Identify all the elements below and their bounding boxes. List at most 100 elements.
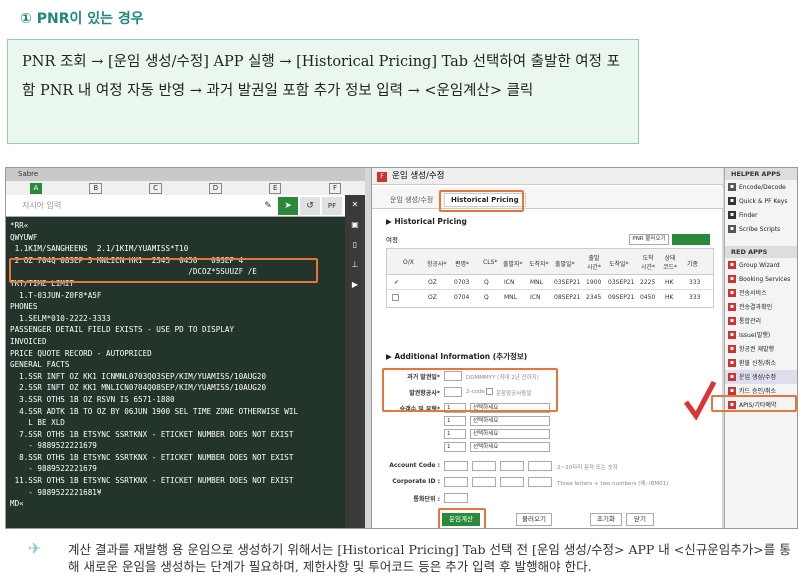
col-arr-time: 도착 시간*	[640, 255, 656, 271]
currency-input[interactable]	[444, 493, 468, 503]
cell: 333	[689, 279, 701, 286]
corp-input[interactable]	[500, 477, 524, 487]
corp-input[interactable]	[444, 477, 468, 487]
cell: ICN	[504, 279, 515, 286]
app-booking[interactable]: ▪ Booking Services	[725, 272, 797, 286]
helper-apps: HELPER APPS ▪ Encode/Decode ▪ Quick & PF K…	[724, 168, 797, 528]
highlight-calc	[438, 508, 486, 528]
play-icon[interactable]: ▶	[345, 275, 365, 295]
caption: 계산 결과를 재발행 용 운임으로 생성하기 위해서는 [Historical …	[68, 542, 791, 574]
app-icon: ▪	[728, 303, 736, 311]
app-manage[interactable]: ▪ 통합관리	[725, 314, 797, 328]
account-input[interactable]	[472, 461, 496, 471]
send-icon[interactable]: ➤	[278, 197, 298, 215]
pax-qty-select[interactable]: 1	[444, 416, 466, 426]
highlight-segment	[9, 258, 318, 283]
sabre-tab-c[interactable]: C	[126, 181, 186, 195]
pax-type-select[interactable]: 선택하세요	[470, 416, 550, 426]
briefcase-icon[interactable]: ▣	[345, 215, 365, 235]
highlight-additional	[382, 368, 558, 412]
history-icon[interactable]: ↺	[300, 197, 320, 215]
edit-icon[interactable]: ✎	[258, 197, 278, 215]
app-icon: ▪	[728, 225, 736, 233]
sabre-tab-e[interactable]: E	[245, 181, 305, 195]
app-send-result[interactable]: ▪ 전송결과확인	[725, 300, 797, 314]
app-icon: ▪	[728, 197, 736, 205]
corp-label: Corporate ID :	[392, 478, 440, 485]
reset-button[interactable]: 초기화	[590, 513, 622, 526]
app-reissue[interactable]: ▪ 항공권 재발행	[725, 342, 797, 356]
app-icon: ▪	[728, 261, 736, 269]
table-row[interactable]: ✔ OZ 0703 Q ICN MNL 03SEP21 1900 03SEP21…	[387, 276, 713, 290]
cell: 1900	[586, 279, 602, 286]
app-icon: ▪	[728, 387, 736, 395]
app-icon: ▪	[728, 211, 736, 219]
pax-qty-select[interactable]: 1	[444, 442, 466, 452]
plane-icon: ✈	[28, 539, 42, 558]
command-input[interactable]: 지시어 입력	[22, 199, 254, 213]
app-issue[interactable]: ▪ Issue(발행)	[725, 328, 797, 342]
cell: 0450	[640, 294, 656, 301]
cell: 0703	[454, 279, 470, 286]
panel-tabs: 운임 생성/수정 Historical Pricing	[372, 187, 723, 209]
pax-type-select[interactable]: 선택하세요	[470, 442, 550, 452]
sabre-tab-a[interactable]: A	[6, 181, 66, 195]
corp-hint: Three letters + two numbers (예: IBM01)	[557, 481, 669, 487]
helper-head: HELPER APPS	[725, 168, 797, 180]
sabre-tab-d[interactable]: D	[185, 181, 245, 195]
row-checkbox[interactable]	[392, 294, 399, 301]
col-origin: 출발지*	[503, 261, 523, 268]
corp-input[interactable]	[528, 477, 552, 487]
cell: OZ	[428, 294, 437, 301]
sabre-tab-b[interactable]: B	[66, 181, 126, 195]
app-fare[interactable]: ▪ 운임 생성/수정	[725, 370, 797, 384]
cell: 0704	[454, 294, 470, 301]
pin-icon[interactable]: ⊥	[345, 255, 365, 275]
app-group[interactable]: ▪ Group Wizard	[725, 258, 797, 272]
panel-title: 운임 생성/수정	[372, 168, 723, 185]
cell: Q	[484, 294, 489, 301]
pax-qty-select[interactable]: 1	[444, 429, 466, 439]
app-icon: ▪	[728, 183, 736, 191]
cell: OZ	[428, 279, 437, 286]
cell: 08SEP21	[554, 294, 581, 301]
section-historical: ▶ Historical Pricing	[386, 217, 467, 226]
app-icon: ▪	[728, 289, 736, 297]
app-icon: ▪	[728, 359, 736, 367]
app-icon: ▪	[728, 317, 736, 325]
app-encode[interactable]: ▪ Encode/Decode	[725, 180, 797, 194]
highlight-app	[711, 395, 797, 412]
excel-icons[interactable]	[672, 234, 710, 245]
sabre-tabs: A B C D E F	[6, 181, 365, 195]
tab-fare-create[interactable]: 운임 생성/수정	[384, 193, 439, 207]
load-button[interactable]: 불러오기	[516, 513, 552, 526]
wrench-icon[interactable]: ✕	[345, 195, 365, 215]
cell: 2345	[586, 294, 602, 301]
cell: MNL	[504, 294, 518, 301]
pnr-load-button[interactable]: PNR 불러오기	[629, 234, 669, 245]
section-additional: ▶ Additional Information (추가정보)	[386, 352, 528, 361]
app-quick[interactable]: ▪ Quick & PF Keys	[725, 194, 797, 208]
col-airline: 항공사*	[427, 261, 447, 268]
col-dest: 도착지*	[529, 261, 549, 268]
app-send[interactable]: ▪ 전송서비스	[725, 286, 797, 300]
app-finder[interactable]: ▪ Finder	[725, 208, 797, 222]
sabre-tab-f[interactable]: F	[305, 181, 365, 195]
pf-button[interactable]: PF	[322, 197, 342, 215]
corp-input[interactable]	[472, 477, 496, 487]
fare-panel: 운임 생성/수정 F 운임 생성/수정 Historical Pricing ▶…	[371, 168, 723, 528]
app-icon: ▪	[728, 345, 736, 353]
pax-type-select[interactable]: 선택하세요	[470, 429, 550, 439]
col-status: 상태 코드*	[662, 255, 678, 271]
account-input[interactable]	[444, 461, 468, 471]
col-class: CLS*	[483, 259, 498, 266]
table-row[interactable]: OZ 0704 Q MNL ICN 08SEP21 2345 09SEP21 0…	[387, 291, 713, 305]
row-check[interactable]: ✔	[394, 279, 399, 286]
app-scribe[interactable]: ▪ Scribe Scripts	[725, 222, 797, 236]
app-refund[interactable]: ▪ 환불 신청/취소	[725, 356, 797, 370]
close-button[interactable]: 닫기	[626, 513, 654, 526]
col-arr-date: 도착일*	[609, 261, 629, 268]
account-input[interactable]	[528, 461, 552, 471]
account-input[interactable]	[500, 461, 524, 471]
clipboard-icon[interactable]: ▯	[345, 235, 365, 255]
